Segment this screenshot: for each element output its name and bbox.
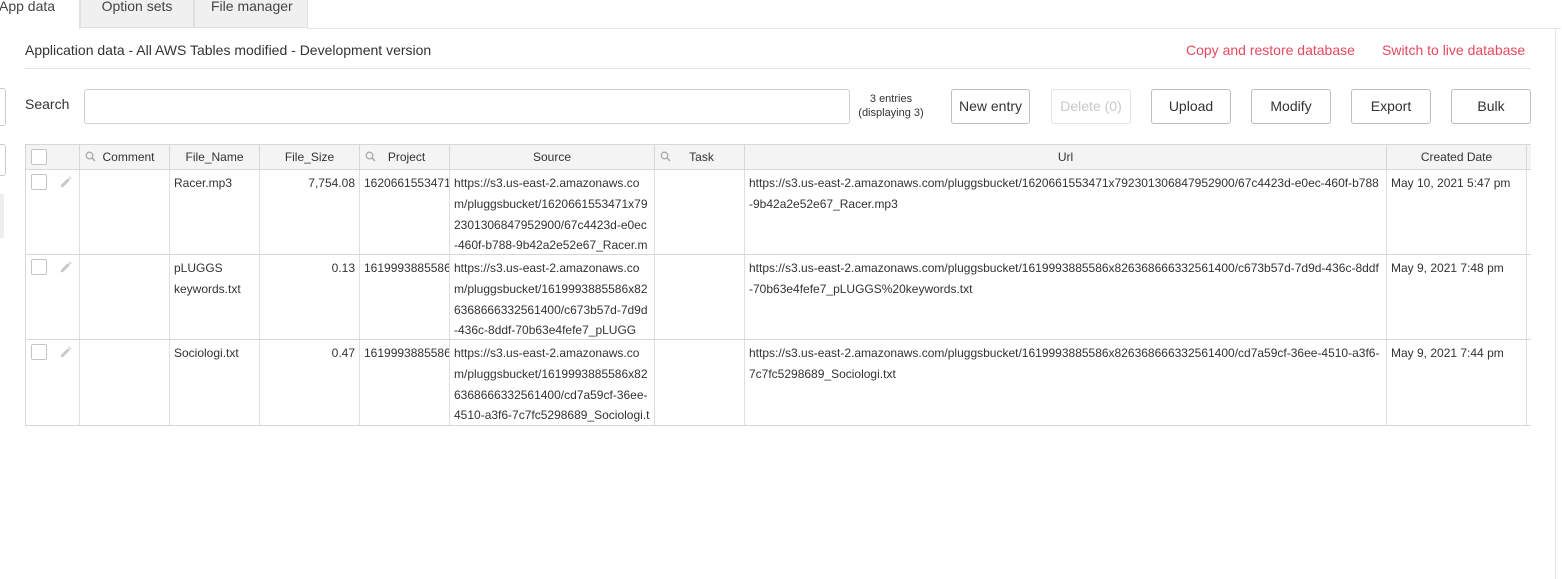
left-panel-input[interactable] <box>0 88 6 126</box>
cell-comment <box>80 255 170 339</box>
cell-comment <box>80 170 170 254</box>
row-select-cell <box>26 170 80 254</box>
cell-project: 1619993885586 <box>360 255 450 339</box>
cell-project: 1619993885586 <box>360 340 450 425</box>
select-all-checkbox[interactable] <box>31 149 47 165</box>
cell-file-name: Sociologi.txt <box>170 340 260 425</box>
entries-displaying: (displaying 3) <box>858 107 924 119</box>
cell-project: 1620661553471 <box>360 170 450 254</box>
cell-file-size: 0.13 <box>260 255 360 339</box>
left-panel-item[interactable] <box>0 194 4 238</box>
row-checkbox[interactable] <box>31 174 47 190</box>
pencil-icon[interactable] <box>59 261 72 274</box>
tab-app-data[interactable]: App data <box>0 0 80 29</box>
cell-task <box>655 170 745 254</box>
data-table: Comment File_Name File_Size Project Sour… <box>25 144 1531 426</box>
column-header-project[interactable]: Project <box>360 145 450 169</box>
switch-to-live-database-link[interactable]: Switch to live database <box>1382 42 1525 58</box>
column-header-file-name[interactable]: File_Name <box>170 145 260 169</box>
page-title: Application data - All AWS Tables modifi… <box>25 42 432 58</box>
cell-file-size: 7,754.08 <box>260 170 360 254</box>
column-label-comment: Comment <box>102 150 155 164</box>
column-header-source[interactable]: Source <box>450 145 655 169</box>
cell-task <box>655 255 745 339</box>
cell-url: https://s3.us-east-2.amazonaws.com/plugg… <box>745 340 1387 425</box>
upload-button[interactable]: Upload <box>1151 89 1231 124</box>
cell-url: https://s3.us-east-2.amazonaws.com/plugg… <box>745 170 1387 254</box>
cell-file-size: 0.47 <box>260 340 360 425</box>
column-header-task[interactable]: Task <box>655 145 745 169</box>
magnifier-icon[interactable] <box>660 151 671 162</box>
magnifier-icon[interactable] <box>365 151 376 162</box>
new-entry-button[interactable]: New entry <box>951 89 1030 124</box>
column-label-project: Project <box>387 150 426 164</box>
modify-button[interactable]: Modify <box>1251 89 1331 124</box>
pencil-icon[interactable] <box>59 176 72 189</box>
table-row[interactable]: pLUGGS keywords.txt 0.13 1619993885586 h… <box>26 255 1531 340</box>
tab-file-manager[interactable]: File manager <box>194 0 308 28</box>
cell-file-name: Racer.mp3 <box>170 170 260 254</box>
column-header-file-size[interactable]: File_Size <box>260 145 360 169</box>
cell-created-date: May 10, 2021 5:47 pm <box>1387 170 1527 254</box>
cell-url: https://s3.us-east-2.amazonaws.com/plugg… <box>745 255 1387 339</box>
table-header: Comment File_Name File_Size Project Sour… <box>26 144 1531 170</box>
cell-created-date: May 9, 2021 7:48 pm <box>1387 255 1527 339</box>
table-row[interactable]: Sociologi.txt 0.47 1619993885586 https:/… <box>26 340 1531 425</box>
copy-restore-database-link[interactable]: Copy and restore database <box>1186 42 1355 58</box>
left-panel-field[interactable] <box>0 144 6 176</box>
header-divider <box>25 68 1531 69</box>
row-select-cell <box>26 340 80 425</box>
entries-total: 3 entries <box>869 93 913 105</box>
bulk-button[interactable]: Bulk <box>1451 89 1531 124</box>
row-select-cell <box>26 255 80 339</box>
panel-border <box>1555 29 1556 579</box>
cell-created-date: May 9, 2021 7:44 pm <box>1387 340 1527 425</box>
row-checkbox[interactable] <box>31 344 47 360</box>
pencil-icon[interactable] <box>59 346 72 359</box>
cell-comment <box>80 340 170 425</box>
delete-button[interactable]: Delete (0) <box>1051 89 1131 124</box>
magnifier-icon[interactable] <box>85 151 96 162</box>
column-header-url[interactable]: Url <box>745 145 1387 169</box>
tab-divider <box>307 28 1561 29</box>
column-header-comment[interactable]: Comment <box>80 145 170 169</box>
cell-file-name: pLUGGS keywords.txt <box>170 255 260 339</box>
column-label-task: Task <box>689 150 714 164</box>
entries-count: 3 entries (displaying 3) <box>850 92 932 120</box>
search-label: Search <box>25 96 70 112</box>
tab-bar: App data Option sets File manager <box>0 0 1562 29</box>
export-button[interactable]: Export <box>1351 89 1431 124</box>
column-header-created-date[interactable]: Created Date <box>1387 145 1527 169</box>
cell-task <box>655 340 745 425</box>
table-row[interactable]: Racer.mp3 7,754.08 1620661553471 https:/… <box>26 170 1531 255</box>
cell-source: https://s3.us-east-2.amazonaws.com/plugg… <box>450 255 655 339</box>
cell-source: https://s3.us-east-2.amazonaws.com/plugg… <box>450 170 655 254</box>
select-all-cell <box>26 145 80 169</box>
search-input[interactable] <box>84 89 850 124</box>
row-checkbox[interactable] <box>31 259 47 275</box>
tab-option-sets[interactable]: Option sets <box>80 0 194 28</box>
cell-source: https://s3.us-east-2.amazonaws.com/plugg… <box>450 340 655 425</box>
